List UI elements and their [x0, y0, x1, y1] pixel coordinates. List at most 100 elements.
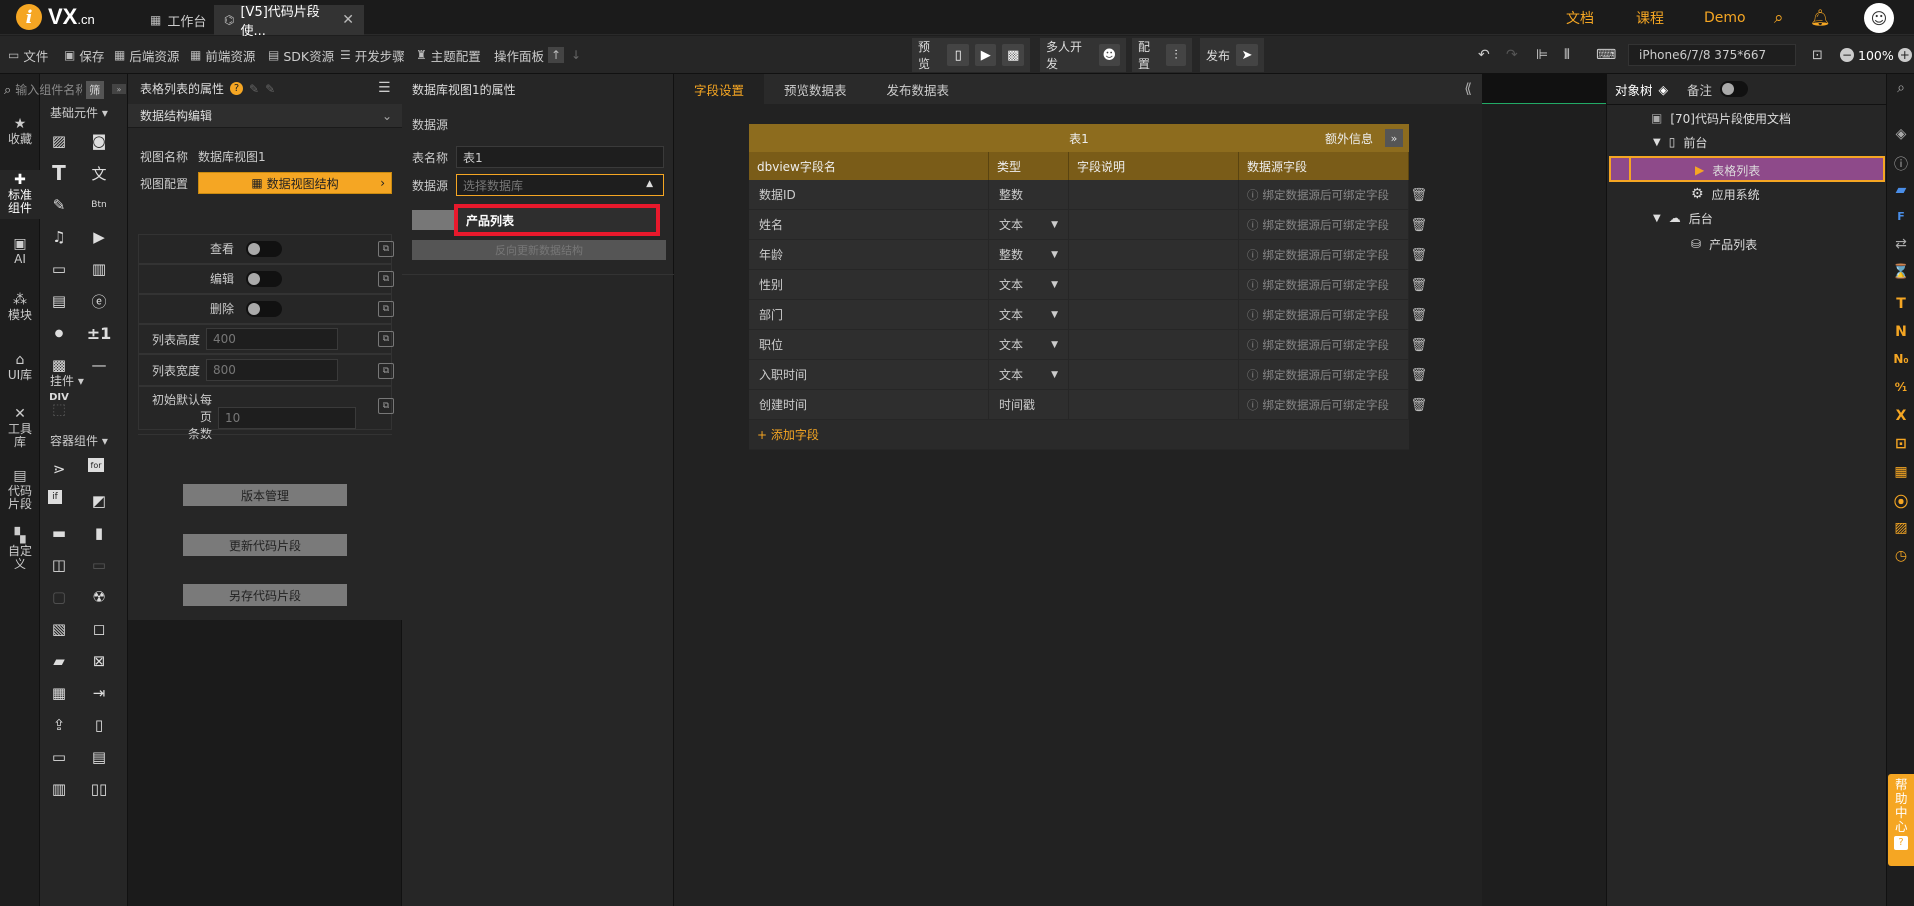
table-var-icon[interactable]: ▦ [1887, 464, 1914, 480]
tab-publish-table[interactable]: 发布数据表 [867, 74, 970, 104]
operation-panel-button[interactable]: 操作面板 ↑ ↓ [494, 46, 584, 64]
exit-icon[interactable]: ⇥ [88, 682, 110, 704]
list-height-input[interactable]: 400 [206, 328, 338, 350]
collapse-panel-icon[interactable]: ⟪ [1464, 81, 1472, 97]
field-desc-input[interactable] [1069, 330, 1239, 359]
close-box-icon[interactable]: ⊠ [88, 650, 110, 672]
leftnav-ai[interactable]: ▣ AI [0, 237, 40, 266]
container-components-title[interactable]: 容器组件 ▾ [50, 432, 108, 449]
copy-icon[interactable]: ⧉ [378, 241, 394, 257]
help-icon[interactable]: ? [230, 82, 244, 95]
plusminus-icon[interactable]: ±1 [87, 322, 112, 344]
tree-node-backend[interactable]: ▼ ☁ 后台 [1653, 206, 1713, 230]
page-icon[interactable]: ▤ [88, 746, 110, 768]
video-icon[interactable]: ▶ [88, 226, 110, 248]
qrcode-icon[interactable]: ▩ [1002, 44, 1024, 66]
field-desc-input[interactable] [1069, 360, 1239, 389]
chart-icon[interactable]: ▥ [88, 258, 110, 280]
copy-icon[interactable]: ⧉ [378, 331, 394, 347]
redo-icon[interactable]: ↷ [1506, 46, 1518, 64]
text-var-icon[interactable]: T [1887, 296, 1914, 312]
copy-icon[interactable]: ⧉ [378, 301, 394, 317]
tab-field-settings[interactable]: 字段设置 [674, 74, 765, 104]
menu-bar-icon[interactable]: ▬ [48, 522, 70, 544]
chat-icon[interactable]: ▰ [1887, 182, 1914, 198]
array-icon[interactable]: ⊡ [1887, 436, 1914, 452]
edit-toggle[interactable] [246, 270, 282, 287]
nav-courses[interactable]: 课程 [1636, 0, 1664, 35]
delete-toggle[interactable] [246, 300, 282, 317]
copy-icon[interactable]: ⧉ [378, 398, 394, 414]
frontend-resources-button[interactable]: ▦ 前端资源 [190, 46, 255, 64]
music-icon[interactable]: ♫ [48, 226, 70, 248]
layout-icon[interactable]: ◫ [48, 554, 70, 576]
number-var-icon[interactable]: N [1887, 324, 1914, 340]
disabled-icon[interactable]: ▭ [88, 554, 110, 576]
object-var-icon[interactable]: ⦿ [1887, 492, 1914, 512]
table-icon[interactable]: ▦ [48, 682, 70, 704]
search-icon[interactable]: ⌕ [1887, 80, 1914, 96]
view-toggle[interactable] [246, 240, 282, 257]
field-type-select[interactable]: 文本 ▼ [989, 330, 1069, 359]
boolean-icon[interactable]: ⁰⁄₁ [1887, 380, 1914, 394]
dev-steps-button[interactable]: ☰ 开发步骤 [340, 46, 405, 64]
leftnav-custom[interactable]: ▚ 自定义 [0, 529, 40, 571]
multi-dev-group[interactable]: 多人开发 ☻ [1040, 38, 1126, 72]
saveas-snippet-button[interactable]: 另存代码片段 [183, 584, 347, 606]
trash-icon[interactable]: 🗑︎ [1410, 248, 1427, 263]
tree-node-product-list[interactable]: ⛁ 产品列表 [1691, 232, 1757, 256]
leftnav-tools[interactable]: ✕ 工具库 [0, 407, 40, 449]
trash-icon[interactable]: 🗑︎ [1410, 338, 1427, 353]
reverse-update-button[interactable]: 反向更新数据结构 [412, 240, 666, 260]
flow-icon[interactable]: ⋗ [48, 458, 70, 480]
translate-icon[interactable]: 文 [88, 162, 110, 184]
notes-toggle[interactable] [1720, 81, 1749, 97]
help-center-button[interactable]: 帮助中心 ? [1888, 774, 1914, 866]
version-management-button[interactable]: 版本管理 [183, 484, 347, 506]
film-icon[interactable]: ▥ [48, 778, 70, 800]
config-group[interactable]: 配置 ⫶ [1132, 38, 1192, 72]
trash-icon[interactable]: 🗑︎ [1410, 308, 1427, 323]
leftnav-standard-components[interactable]: ✚ 标准组件 [0, 170, 40, 219]
plugin-placeholder-icon[interactable]: ⬚ [48, 398, 70, 420]
tree-node-table-list[interactable]: ▶ 表格列表 [1609, 156, 1885, 182]
theme-config-button[interactable]: ♜ 主题配置 [416, 46, 481, 64]
device-icon[interactable]: ⌨ [1596, 46, 1616, 64]
collapse-icon[interactable]: » [112, 84, 126, 94]
radio-icon[interactable]: ▰ [48, 650, 70, 672]
function-icon[interactable]: F [1887, 210, 1914, 223]
trash-icon[interactable]: 🗑︎ [1410, 188, 1427, 203]
cards-icon[interactable]: ▭ [48, 746, 70, 768]
align-center-icon[interactable]: ⫴ [1564, 46, 1570, 64]
field-desc-input[interactable] [1069, 270, 1239, 299]
publish-group[interactable]: 发布 ➤ [1200, 38, 1264, 72]
leftnav-code-snippets[interactable]: ▤ 代码片段 [0, 469, 40, 511]
info-icon[interactable]: ⓘ [1887, 154, 1914, 174]
icon-component-icon[interactable]: ● [48, 322, 70, 344]
image-var-icon[interactable]: ▨ [1887, 520, 1914, 536]
play-icon[interactable]: ▶ [974, 44, 997, 66]
leftnav-modules[interactable]: ⁂ 模块 [0, 293, 40, 322]
basic-components-title[interactable]: 基础元件 ▾ [50, 104, 108, 121]
frame-icon[interactable]: ◻ [88, 618, 110, 640]
table-name-input[interactable]: 表1 [456, 146, 664, 168]
zoom-out-icon[interactable]: − [1840, 48, 1854, 62]
x-var-icon[interactable]: X [1887, 408, 1914, 424]
tab-preview-table[interactable]: 预览数据表 [764, 74, 867, 104]
n0-icon[interactable]: N₀ [1887, 352, 1914, 366]
swap-icon[interactable]: ⇄ [1887, 236, 1914, 252]
form-icon[interactable]: ▧ [48, 618, 70, 640]
hourglass-icon[interactable]: ⌛ [1887, 264, 1914, 280]
arrow-up-icon[interactable]: ↑ [548, 47, 565, 63]
if-icon[interactable]: if [48, 490, 62, 504]
expand-icon[interactable]: » [1385, 129, 1403, 147]
align-left-icon[interactable]: ⊫ [1536, 46, 1548, 64]
trash-icon[interactable]: 🗑︎ [1410, 398, 1427, 413]
copy-icon[interactable]: ⧉ [378, 271, 394, 287]
file-button[interactable]: ▭ 文件 [8, 46, 48, 64]
edit-icon[interactable]: ✎ [48, 194, 70, 216]
edit-icon[interactable]: ✎ [249, 82, 259, 96]
save-button[interactable]: ▣ 保存 [64, 46, 104, 64]
text-icon[interactable]: T [48, 161, 70, 185]
search-icon[interactable]: ⌕ [1774, 0, 1784, 35]
